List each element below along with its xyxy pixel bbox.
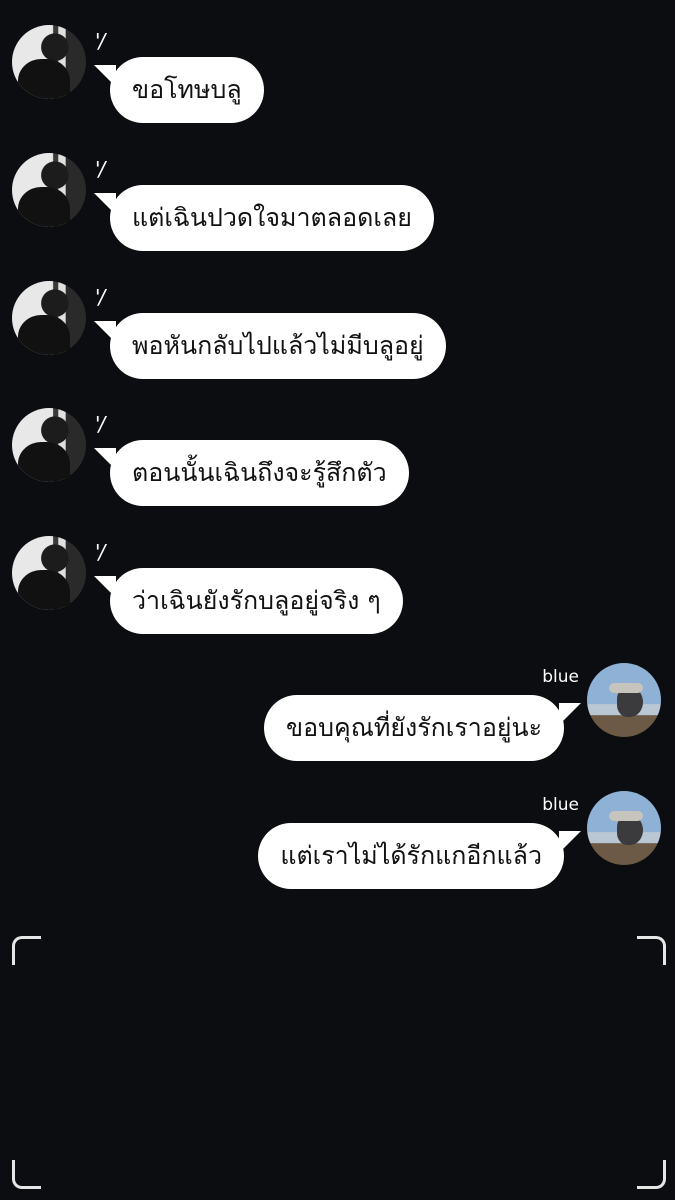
avatar[interactable] — [587, 663, 661, 737]
message-bubble[interactable]: แต่เฉินปวดใจมาตลอดเลย — [110, 185, 434, 251]
message-row: blue แต่เราไม่ได้รักแกอีกแล้ว — [0, 791, 675, 891]
message-bubble[interactable]: แต่เราไม่ได้รักแกอีกแล้ว — [258, 823, 564, 889]
sender-name: blue — [542, 667, 579, 687]
avatar[interactable] — [12, 25, 86, 99]
message-bubble[interactable]: ตอนนั้นเฉินถึงจะรู้สึกตัว — [110, 440, 409, 506]
avatar[interactable] — [12, 153, 86, 227]
message-row: '/ ขอโทษบลู — [0, 25, 675, 125]
message-bubble[interactable]: ขอบคุณที่ยังรักเราอยู่นะ — [264, 695, 564, 761]
frame-corner-top-right-icon — [637, 936, 666, 965]
message-row: '/ แต่เฉินปวดใจมาตลอดเลย — [0, 153, 675, 253]
avatar[interactable] — [12, 281, 86, 355]
sender-name: blue — [542, 795, 579, 815]
sender-name: '/ — [95, 157, 105, 181]
avatar[interactable] — [587, 791, 661, 865]
message-bubble[interactable]: พอหันกลับไปแล้วไม่มีบลูอยู่ — [110, 313, 446, 379]
message-row: '/ ว่าเฉินยังรักบลูอยู่จริง ๆ — [0, 536, 675, 636]
message-row: '/ ตอนนั้นเฉินถึงจะรู้สึกตัว — [0, 408, 675, 508]
sender-name: '/ — [95, 285, 105, 309]
avatar[interactable] — [12, 408, 86, 482]
message-row: '/ พอหันกลับไปแล้วไม่มีบลูอยู่ — [0, 281, 675, 381]
message-bubble[interactable]: ว่าเฉินยังรักบลูอยู่จริง ๆ — [110, 568, 403, 634]
frame-corner-bottom-left-icon — [12, 1160, 41, 1189]
sender-name: '/ — [95, 540, 105, 564]
sender-name: '/ — [95, 29, 105, 53]
message-row: blue ขอบคุณที่ยังรักเราอยู่นะ — [0, 663, 675, 763]
frame-corner-bottom-right-icon — [637, 1160, 666, 1189]
sender-name: '/ — [95, 412, 105, 436]
frame-corner-top-left-icon — [12, 936, 41, 965]
avatar[interactable] — [12, 536, 86, 610]
message-bubble[interactable]: ขอโทษบลู — [110, 57, 264, 123]
